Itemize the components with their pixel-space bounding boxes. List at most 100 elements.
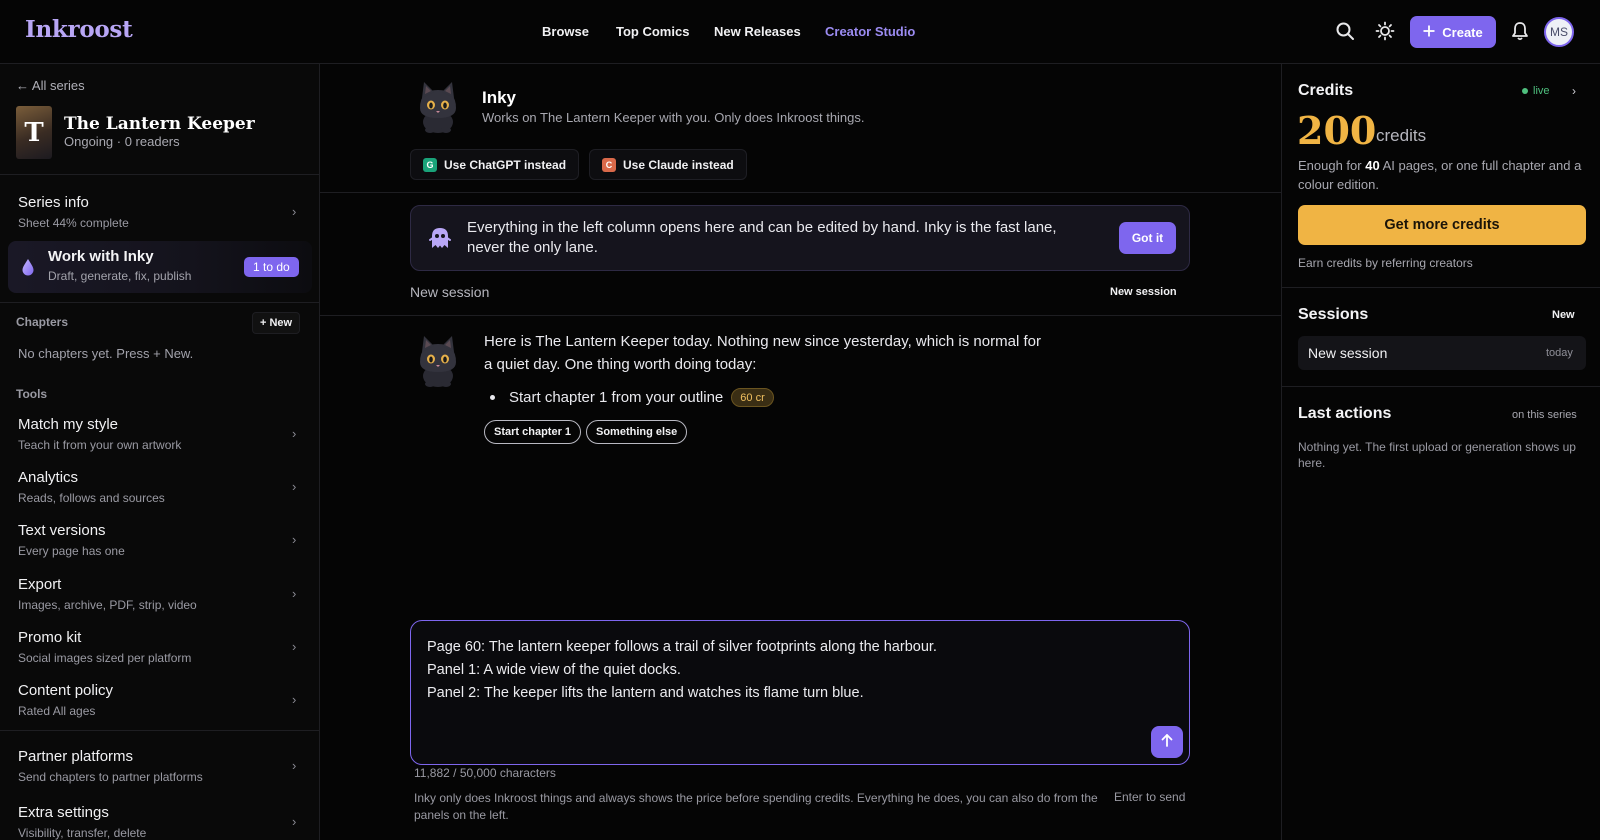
app-logo[interactable]: Inkroost (25, 16, 133, 43)
claude-logo-icon: C (602, 157, 616, 172)
ink-drop-icon (20, 258, 36, 281)
bullet-dot (490, 395, 495, 400)
chevron-right-icon[interactable]: › (1572, 84, 1576, 98)
nav-top-comics[interactable]: Top Comics (616, 24, 689, 39)
send-button[interactable] (1151, 726, 1183, 758)
something-else-chip[interactable]: Something else (586, 420, 688, 444)
sidebar-item-title: Content policy (18, 682, 114, 699)
sidebar-item-promo-kit[interactable]: Promo kit Social images sized per platfo… (0, 629, 319, 679)
sidebar-item-work-with-inky[interactable]: Work with Inky Draft, generate, fix, pub… (8, 241, 312, 293)
banner-message: Everything in the left column opens here… (467, 219, 1057, 256)
enter-to-send-hint: Enter to send (1114, 790, 1186, 804)
ghost-icon (429, 226, 451, 255)
tools-heading: Tools (16, 387, 48, 401)
sidebar-item-series-info[interactable]: Series info Sheet 44% complete › (0, 194, 319, 244)
divider (320, 315, 1281, 316)
composer-disclaimer: Inky only does Inkroost things and alway… (414, 791, 1098, 822)
use-claude-button[interactable]: C Use Claude instead (589, 149, 747, 180)
divider (0, 174, 319, 175)
credits-sessions-panel: Credits live › 200 credits Enough for 40… (1281, 64, 1600, 840)
chevron-right-icon: › (292, 814, 297, 829)
chevron-right-icon: › (292, 586, 297, 601)
last-actions-heading: Last actions (1298, 405, 1392, 422)
live-indicator: live (1522, 85, 1550, 97)
get-more-credits-button[interactable]: Get more credits (1298, 205, 1586, 245)
suggestion-bullet: Start chapter 1 from your outline 60 cr (484, 388, 774, 407)
inky-cat-avatar (412, 78, 464, 134)
credits-balance: 200 (1297, 108, 1377, 153)
composer-line: Page 60: The lantern keeper follows a tr… (427, 639, 937, 655)
nav-creator-studio[interactable]: Creator Studio (825, 24, 915, 39)
composer-text[interactable]: Page 60: The lantern keeper follows a tr… (427, 636, 937, 705)
all-series-link[interactable]: ← All series (16, 78, 85, 93)
series-title: The Lantern Keeper (64, 114, 255, 134)
sidebar-item-title: Work with Inky (48, 248, 154, 265)
sidebar-item-subtitle: Visibility, transfer, delete (18, 826, 147, 840)
credits-description: Enough for 40 AI pages, or one full chap… (1298, 156, 1588, 194)
arrow-up-icon (1160, 733, 1174, 752)
new-chapter-button[interactable]: + New (252, 312, 301, 334)
create-button[interactable]: Create (1410, 16, 1496, 48)
session-title: New session (410, 284, 490, 300)
start-chapter-chip[interactable]: Start chapter 1 (484, 420, 582, 444)
sidebar-item-title: Promo kit (18, 629, 82, 646)
sidebar-item-title: Partner platforms (18, 748, 134, 765)
credit-cost-badge: 60 cr (731, 388, 774, 407)
assistant-message: Here is The Lantern Keeper today. Nothin… (484, 333, 1041, 373)
session-date: today (1546, 347, 1573, 359)
agent-description: Works on The Lantern Keeper with you. On… (482, 110, 865, 125)
todo-count-badge: 1 to do (244, 257, 299, 277)
plus-icon (1423, 25, 1435, 40)
sidebar-item-analytics[interactable]: Analytics Reads, follows and sources › (0, 469, 319, 519)
user-avatar[interactable]: MS (1544, 17, 1574, 47)
divider (320, 192, 1281, 193)
sidebar-item-title: Extra settings (18, 804, 109, 821)
credits-heading: Credits (1298, 82, 1354, 99)
series-sidebar: ← All series T The Lantern Keeper Ongoin… (0, 64, 320, 840)
sidebar-item-title: Series info (18, 194, 89, 211)
sidebar-item-title: Export (18, 576, 62, 593)
new-session-link[interactable]: New (1552, 309, 1575, 321)
agent-name: Inky (482, 88, 517, 107)
last-actions-scope: on this series (1512, 409, 1577, 421)
sessions-heading: Sessions (1298, 306, 1369, 323)
sidebar-item-extra-settings[interactable]: Extra settings Visibility, transfer, del… (0, 804, 319, 840)
inky-chat-panel: Inky Works on The Lantern Keeper with yo… (320, 64, 1281, 840)
message-composer[interactable]: Page 60: The lantern keeper follows a tr… (410, 620, 1190, 765)
top-navigation-bar: Inkroost Browse Top Comics New Releases … (0, 0, 1600, 64)
nav-new-releases[interactable]: New Releases (714, 24, 801, 39)
credits-unit: credits (1376, 126, 1427, 145)
use-chatgpt-button[interactable]: G Use ChatGPT instead (410, 149, 580, 180)
series-cover-thumbnail[interactable]: T (16, 106, 52, 159)
chevron-right-icon: › (292, 639, 297, 654)
chevron-right-icon: › (292, 532, 297, 547)
use-chatgpt-label: Use ChatGPT instead (444, 157, 567, 172)
chevron-right-icon: › (292, 479, 297, 494)
live-dot (1522, 88, 1528, 94)
sidebar-item-title: Analytics (18, 469, 79, 486)
search-icon[interactable] (1332, 18, 1358, 44)
sidebar-item-content-policy[interactable]: Content policy Rated All ages › (0, 682, 319, 732)
nav-browse[interactable]: Browse (542, 24, 589, 39)
bell-icon[interactable] (1507, 18, 1533, 44)
sidebar-item-subtitle: Draft, generate, fix, publish (48, 269, 192, 283)
chevron-right-icon: › (292, 692, 297, 707)
composer-line: Panel 2: The keeper lifts the lantern an… (427, 685, 864, 701)
session-list-item[interactable]: New session today (1298, 336, 1586, 370)
sidebar-item-title: Match my style (18, 416, 119, 433)
new-session-button[interactable]: New session (1110, 286, 1177, 298)
sidebar-item-export[interactable]: Export Images, archive, PDF, strip, vide… (0, 576, 319, 626)
got-it-button[interactable]: Got it (1119, 222, 1176, 254)
sidebar-item-match-my-style[interactable]: Match my style Teach it from your own ar… (0, 416, 319, 466)
theme-toggle-sun-icon[interactable] (1372, 18, 1398, 44)
chevron-right-icon: › (292, 204, 297, 219)
referral-link[interactable]: Earn credits by referring creators (1298, 256, 1473, 270)
sidebar-item-subtitle: Rated All ages (18, 704, 96, 718)
sidebar-item-text-versions[interactable]: Text versions Every page has one › (0, 522, 319, 572)
sidebar-item-partner-platforms[interactable]: Partner platforms Send chapters to partn… (0, 748, 319, 798)
divider (1282, 287, 1600, 288)
sidebar-item-subtitle: Teach it from your own artwork (18, 438, 182, 452)
sidebar-item-subtitle: Reads, follows and sources (18, 491, 165, 505)
divider (0, 730, 319, 731)
chevron-right-icon: › (292, 426, 297, 441)
